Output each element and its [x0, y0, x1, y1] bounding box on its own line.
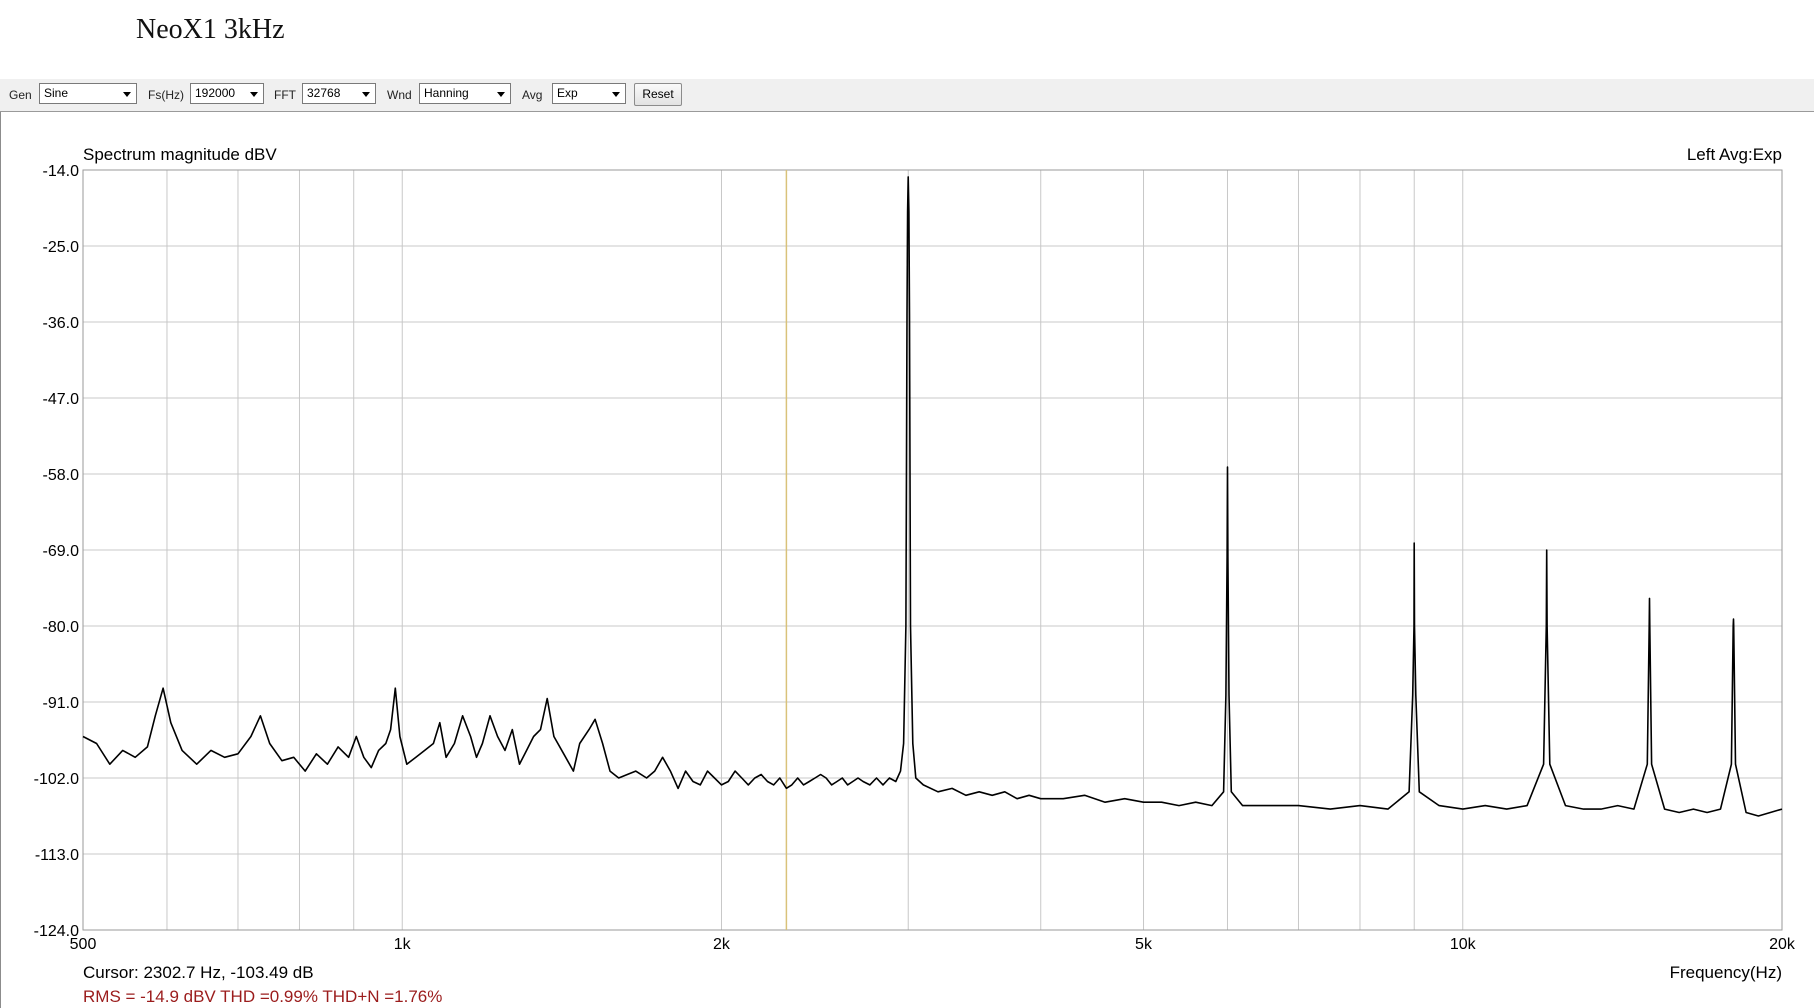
x-tick-label: 5k	[1135, 936, 1153, 953]
x-axis-label: Frequency(Hz)	[1670, 963, 1782, 982]
y-tick-label: -14.0	[43, 163, 80, 180]
chart-title: Spectrum magnitude dBV	[83, 145, 277, 164]
chevron-down-icon	[362, 92, 370, 97]
fft-size-select-value: 32768	[307, 86, 341, 100]
y-tick-label: -102.0	[34, 771, 79, 788]
sample-rate-select[interactable]: 192000	[190, 83, 264, 104]
chevron-down-icon	[497, 92, 505, 97]
window-select[interactable]: Hanning	[419, 83, 511, 104]
toolbar: Gen Sine Fs(Hz) 192000 FFT 32768 Wnd Han…	[0, 79, 1814, 112]
fft-size-select[interactable]: 32768	[302, 83, 376, 104]
fs-label: Fs(Hz)	[148, 88, 184, 102]
series-line	[82, 176, 1783, 817]
sample-rate-select-value: 192000	[195, 86, 236, 100]
grid-lines	[83, 169, 1782, 931]
y-tick-label: -58.0	[43, 467, 80, 484]
y-tick-label: -113.0	[35, 847, 79, 864]
stats-readout: RMS = -14.9 dBV THD =0.99% THD+N =1.76%	[83, 987, 442, 1006]
chevron-down-icon	[612, 92, 620, 97]
avg-label: Avg	[522, 88, 543, 102]
channel-legend: Left Avg:Exp	[1687, 145, 1782, 164]
x-tick-label: 500	[70, 936, 97, 953]
y-tick-label: -25.0	[43, 239, 80, 256]
x-tick-label: 10k	[1450, 936, 1477, 953]
y-tick-label: -80.0	[43, 619, 80, 636]
y-tick-label: -91.0	[43, 695, 80, 712]
cursor-readout: Cursor: 2302.7 Hz, -103.49 dB	[83, 963, 314, 982]
wnd-label: Wnd	[387, 88, 412, 102]
x-tick-label: 1k	[394, 936, 412, 953]
y-tick-label: -69.0	[43, 543, 80, 560]
x-tick-label: 20k	[1769, 936, 1796, 953]
reset-button[interactable]: Reset	[634, 83, 682, 106]
chevron-down-icon	[250, 92, 258, 97]
y-tick-label: -36.0	[43, 315, 80, 332]
y-axis-ticks: -14.0 -25.0 -36.0 -47.0 -58.0 -69.0 -80.0 -91.0…	[34, 163, 79, 940]
window-select-value: Hanning	[424, 86, 469, 100]
app-title: NeoX1 3kHz	[136, 14, 285, 45]
averaging-select[interactable]: Exp	[552, 83, 626, 104]
spectrum-chart[interactable]: -14.0 -25.0 -36.0 -47.0 -58.0 -69.0 -80.0 -91.0…	[0, 112, 1814, 1008]
generator-select[interactable]: Sine	[39, 83, 137, 104]
fft-label: FFT	[274, 88, 296, 102]
chevron-down-icon	[123, 92, 131, 97]
x-axis-ticks: 500 1k 2k 5k 10k 20k	[70, 936, 1796, 953]
generator-select-value: Sine	[44, 86, 69, 100]
x-tick-label: 2k	[713, 936, 731, 953]
averaging-select-value: Exp	[557, 86, 578, 100]
y-tick-label: -47.0	[43, 391, 80, 408]
gen-label: Gen	[9, 88, 32, 102]
